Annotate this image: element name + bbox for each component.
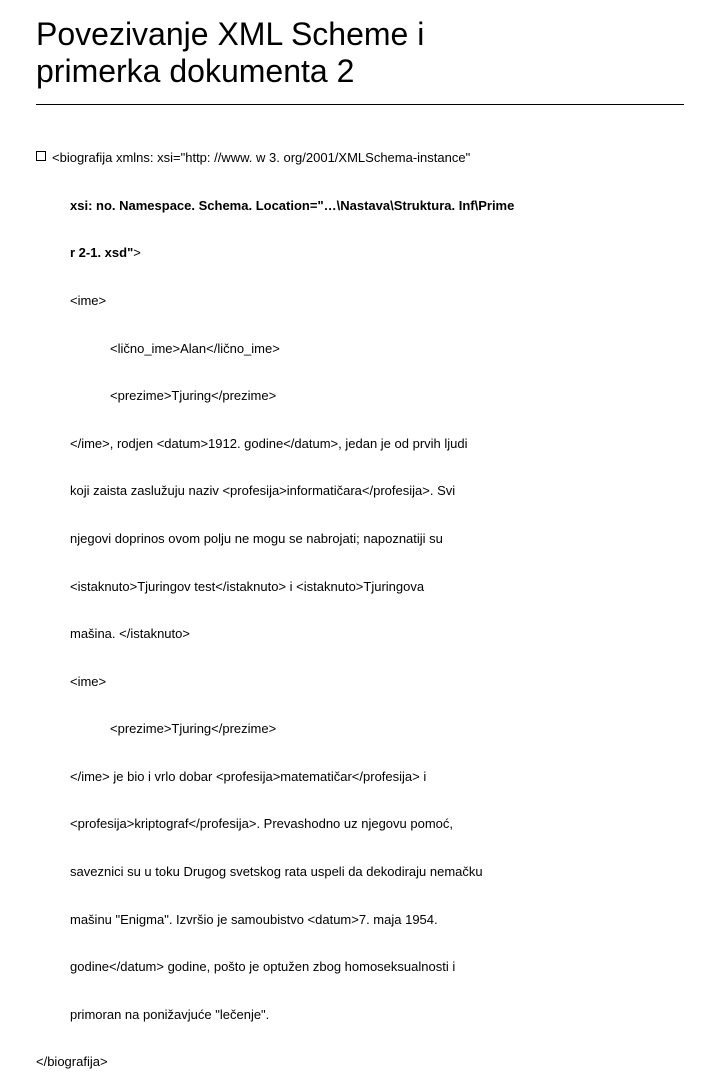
code-text: r 2-1. xsd" bbox=[70, 245, 133, 260]
code-line: <istaknuto>Tjuringov test</istaknuto> i … bbox=[36, 579, 684, 595]
title-line-2: primerka dokumenta 2 bbox=[36, 53, 354, 89]
xml-code-block: <biografija xmlns: xsi="http: //www. w 3… bbox=[36, 119, 684, 1080]
code-line: </ime>, rodjen <datum>1912. godine</datu… bbox=[36, 436, 684, 452]
title-underline bbox=[36, 104, 684, 105]
code-text: <biografija xmlns: xsi="http: //www. w 3… bbox=[52, 150, 470, 165]
slide: Povezivanje XML Scheme i primerka dokume… bbox=[0, 0, 720, 540]
code-line: <biografija xmlns: xsi="http: //www. w 3… bbox=[36, 150, 684, 166]
code-line: koji zaista zaslužuju naziv <profesija>i… bbox=[36, 483, 684, 499]
code-line: <prezime>Tjuring</prezime> bbox=[36, 388, 684, 404]
code-line: r 2-1. xsd"> bbox=[36, 245, 684, 261]
code-line: primoran na ponižavjuće "lečenje". bbox=[36, 1007, 684, 1023]
code-line: godine</datum> godine, pošto je optužen … bbox=[36, 959, 684, 975]
code-line: <lično_ime>Alan</lično_ime> bbox=[36, 341, 684, 357]
title-line-1: Povezivanje XML Scheme i bbox=[36, 16, 424, 52]
code-line: mašinu "Enigma". Izvršio je samoubistvo … bbox=[36, 912, 684, 928]
code-line: xsi: no. Namespace. Schema. Location="…\… bbox=[36, 198, 684, 214]
code-line: njegovi doprinos ovom polju ne mogu se n… bbox=[36, 531, 684, 547]
code-line: <ime> bbox=[36, 674, 684, 690]
code-line: mašina. </istaknuto> bbox=[36, 626, 684, 642]
code-line: <ime> bbox=[36, 293, 684, 309]
code-line: saveznici su u toku Drugog svetskog rata… bbox=[36, 864, 684, 880]
code-line: <profesija>kriptograf</profesija>. Preva… bbox=[36, 816, 684, 832]
slide-title: Povezivanje XML Scheme i primerka dokume… bbox=[36, 16, 684, 90]
code-line: </biografija> bbox=[36, 1054, 684, 1070]
code-text: > bbox=[133, 245, 141, 260]
bullet-icon bbox=[36, 151, 46, 161]
code-line: <prezime>Tjuring</prezime> bbox=[36, 721, 684, 737]
code-line: </ime> je bio i vrlo dobar <profesija>ma… bbox=[36, 769, 684, 785]
code-text: xsi: no. Namespace. Schema. Location="…\… bbox=[70, 198, 514, 213]
